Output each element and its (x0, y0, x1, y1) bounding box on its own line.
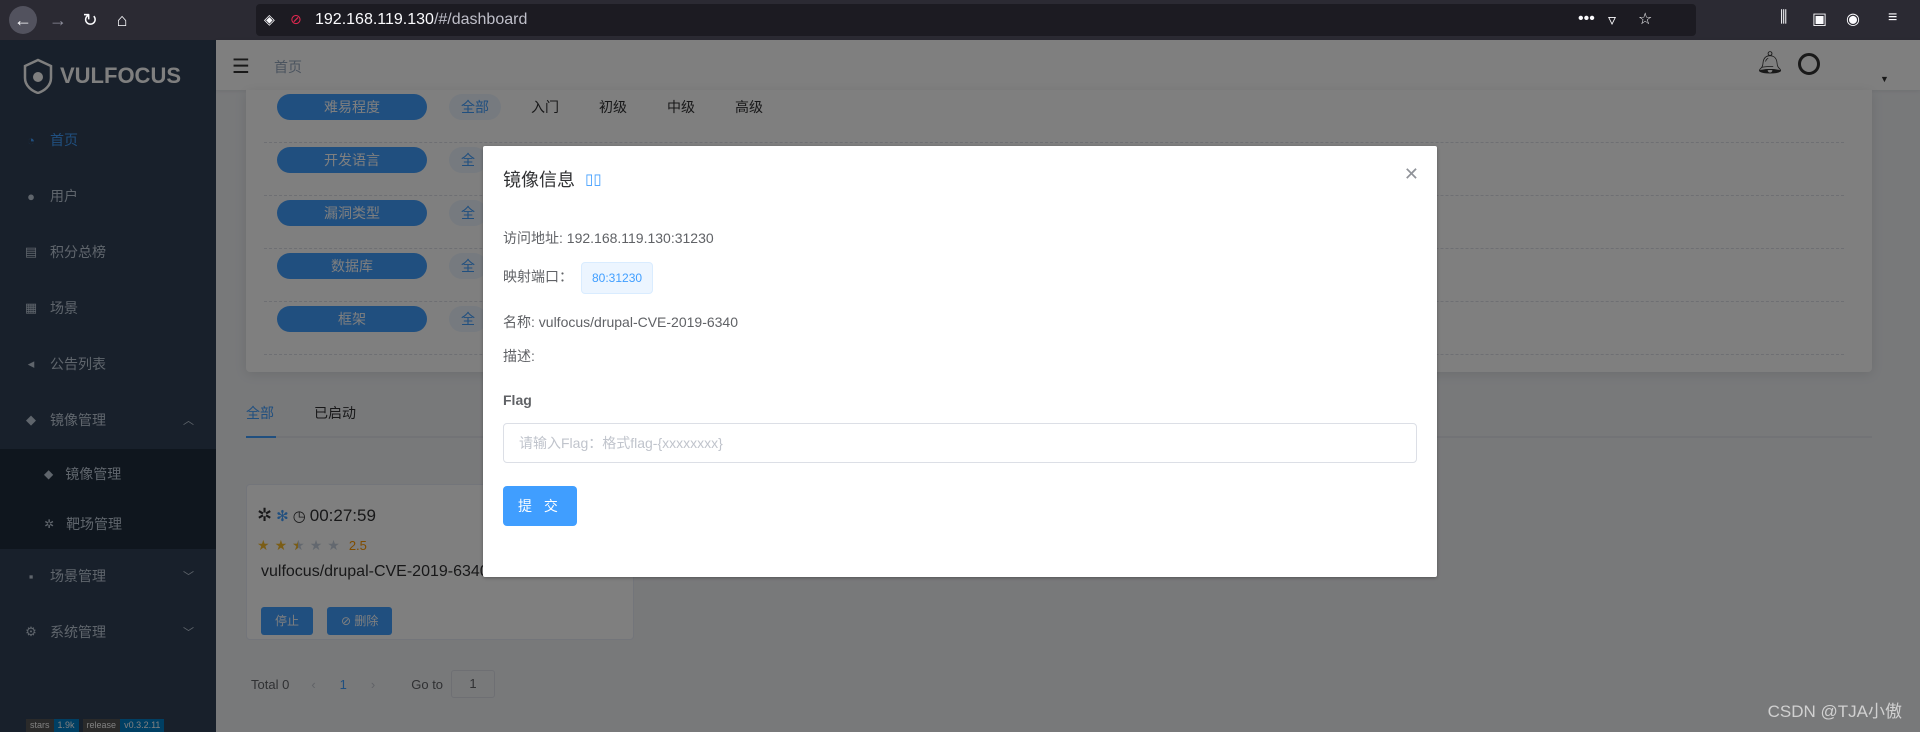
library-icon[interactable]: ⫼ (1780, 9, 1787, 27)
port-tag: 80:31230 (581, 262, 654, 294)
mapped-port: 映射端口： 80:31230 (503, 262, 654, 294)
pocket-icon[interactable]: ▿ (1608, 10, 1616, 30)
bookmark-star-icon[interactable]: ☆ (1638, 9, 1652, 29)
name-value: vulfocus/drupal-CVE-2019-6340 (538, 314, 739, 330)
address-label: 访问地址: (503, 230, 567, 246)
menu-icon[interactable]: ≡ (1888, 9, 1897, 27)
browser-toolbar: ← → ↻ ⌂ ◈ ⊘ 192.168.119.130/#/dashboard … (0, 0, 1920, 40)
forward-button[interactable]: → (44, 6, 72, 34)
image-info-dialog: 镜像信息 ▯▯ ✕ 访问地址: 192.168.119.130:31230 映射… (483, 146, 1437, 577)
shield-icon[interactable]: ◈ (264, 11, 275, 28)
account-icon[interactable]: ◉ (1846, 9, 1860, 29)
sidebar-toggle-icon[interactable]: ▣ (1812, 9, 1827, 29)
close-icon[interactable]: ✕ (1404, 164, 1419, 185)
address-value: 192.168.119.130:31230 (566, 230, 714, 246)
more-icon[interactable]: ••• (1578, 10, 1595, 28)
url-bar[interactable]: ◈ ⊘ 192.168.119.130/#/dashboard ••• ▿ ☆ (256, 4, 1696, 36)
book-icon[interactable]: ▯▯ (585, 170, 602, 188)
name-label: 名称: (503, 314, 539, 330)
insecure-lock-icon[interactable]: ⊘ (290, 11, 302, 28)
submit-button[interactable]: 提 交 (503, 486, 577, 526)
description: 描述: (503, 346, 535, 366)
back-button[interactable]: ← (9, 6, 37, 34)
dialog-title: 镜像信息 ▯▯ (503, 166, 602, 192)
reload-button[interactable]: ↻ (76, 6, 104, 34)
dialog-title-text: 镜像信息 (503, 170, 575, 190)
access-address: 访问地址: 192.168.119.130:31230 (503, 228, 714, 248)
watermark: CSDN @TJA小傲 (1767, 702, 1902, 721)
flag-label: Flag (503, 392, 532, 408)
port-label: 映射端口： (503, 268, 573, 285)
url-text[interactable]: 192.168.119.130/#/dashboard (315, 11, 527, 29)
description-label: 描述: (503, 348, 535, 364)
home-button[interactable]: ⌂ (108, 6, 136, 34)
image-name-info: 名称: vulfocus/drupal-CVE-2019-6340 (503, 312, 738, 332)
flag-input[interactable] (503, 423, 1417, 463)
